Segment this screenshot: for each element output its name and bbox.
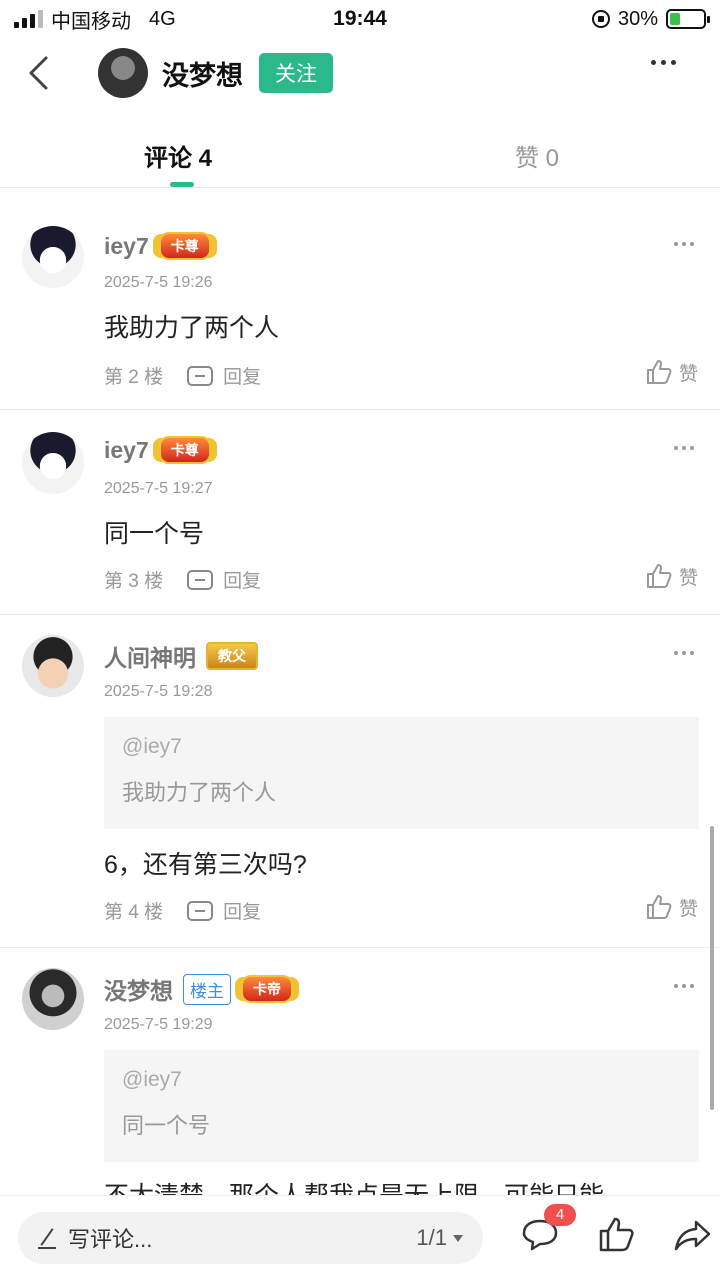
rotation-lock-icon bbox=[591, 10, 610, 28]
reply-button[interactable]: 回复 bbox=[223, 362, 261, 389]
reply-button[interactable]: 回复 bbox=[223, 566, 261, 593]
reply-icon[interactable] bbox=[187, 900, 214, 921]
comment-text: 不太清楚，那个人帮我点是无上限，可能只能 bbox=[104, 1176, 604, 1195]
battery-icon bbox=[666, 9, 710, 29]
more-options-icon[interactable] bbox=[674, 651, 694, 655]
like-button[interactable]: 赞 bbox=[645, 358, 698, 386]
thumbs-up-icon bbox=[599, 1217, 634, 1252]
comment-placeholder: 写评论... bbox=[68, 1227, 153, 1252]
scrollbar[interactable] bbox=[710, 826, 714, 1110]
avatar[interactable] bbox=[22, 635, 84, 697]
comment-item: 没梦想 楼主 卡帝 2025-7-5 19:29 @iey7 同一个号 不太清楚… bbox=[0, 948, 720, 1195]
reply-icon[interactable] bbox=[187, 365, 214, 386]
quote-mention[interactable]: @iey7 bbox=[122, 735, 681, 759]
thumbs-up-icon bbox=[646, 360, 672, 384]
rank-badge: 卡尊 bbox=[158, 436, 211, 464]
more-options-icon[interactable] bbox=[651, 60, 676, 65]
clock: 19:44 bbox=[333, 7, 387, 30]
more-options-icon[interactable] bbox=[674, 984, 694, 988]
author-name[interactable]: 没梦想 bbox=[162, 54, 243, 93]
thumbs-up-icon bbox=[646, 564, 672, 588]
share-button[interactable] bbox=[672, 1214, 712, 1258]
tab-comments[interactable]: 评论 4 bbox=[144, 138, 212, 173]
signal-icon bbox=[14, 10, 43, 28]
like-post-button[interactable] bbox=[596, 1214, 636, 1258]
username[interactable]: 人间神明 bbox=[104, 639, 196, 673]
more-options-icon[interactable] bbox=[674, 242, 694, 246]
tab-likes[interactable]: 赞 0 bbox=[515, 138, 559, 173]
timestamp: 2025-7-5 19:29 bbox=[104, 1016, 213, 1033]
quote-text: 我助力了两个人 bbox=[122, 780, 277, 805]
comment-count-badge: 4 bbox=[544, 1204, 576, 1226]
quoted-comment[interactable]: @iey7 我助力了两个人 bbox=[104, 717, 699, 829]
top-nav: 没梦想 关注 bbox=[0, 40, 720, 106]
quote-mention[interactable]: @iey7 bbox=[122, 1068, 681, 1092]
carrier: 中国移动 bbox=[51, 10, 131, 33]
comment-text: 我助力了两个人 bbox=[104, 314, 280, 342]
author-avatar[interactable] bbox=[98, 48, 148, 98]
comment-item: iey7 卡尊 2025-7-5 19:26 我助力了两个人 第 2 楼 回复 … bbox=[0, 190, 720, 410]
rank-badge: 教父 bbox=[206, 642, 258, 670]
comment-text: 6，还有第三次吗? bbox=[104, 851, 307, 879]
floor-label: 第 2 楼 bbox=[104, 367, 164, 388]
bottom-bar: 写评论... 1/1 4 bbox=[0, 1195, 720, 1280]
username[interactable]: iey7 bbox=[104, 437, 149, 464]
like-label: 赞 bbox=[678, 363, 698, 385]
comment-text: 同一个号 bbox=[104, 520, 205, 548]
quoted-comment[interactable]: @iey7 同一个号 bbox=[104, 1050, 699, 1162]
comment-item: 人间神明 教父 2025-7-5 19:28 @iey7 我助力了两个人 6，还… bbox=[0, 615, 720, 948]
comments-button[interactable]: 4 bbox=[520, 1204, 576, 1258]
floor-label: 第 3 楼 bbox=[104, 571, 164, 592]
page-selector[interactable]: 1/1 bbox=[416, 1225, 463, 1251]
back-button[interactable] bbox=[0, 40, 76, 106]
thumbs-up-icon bbox=[646, 895, 672, 919]
reply-button[interactable]: 回复 bbox=[223, 897, 261, 924]
network-type: 4G bbox=[149, 7, 176, 30]
rank-badge: 卡帝 bbox=[241, 975, 293, 1003]
like-button[interactable]: 赞 bbox=[645, 562, 698, 590]
avatar[interactable] bbox=[22, 226, 84, 288]
share-arrow-icon bbox=[674, 1220, 711, 1251]
more-options-icon[interactable] bbox=[674, 446, 694, 450]
chevron-left-icon bbox=[29, 56, 48, 90]
comment-item: iey7 卡尊 2025-7-5 19:27 同一个号 第 3 楼 回复 赞 bbox=[0, 410, 720, 615]
comment-list[interactable]: iey7 卡尊 2025-7-5 19:26 我助力了两个人 第 2 楼 回复 … bbox=[0, 190, 720, 1195]
reply-icon[interactable] bbox=[187, 569, 214, 590]
page-indicator: 1/1 bbox=[416, 1225, 447, 1250]
active-tab-indicator bbox=[170, 182, 194, 187]
like-button[interactable]: 赞 bbox=[645, 893, 698, 921]
tab-bar: 评论 4 赞 0 bbox=[0, 122, 720, 188]
caret-down-icon bbox=[453, 1234, 463, 1242]
avatar[interactable] bbox=[22, 968, 84, 1030]
like-label: 赞 bbox=[678, 567, 698, 589]
quote-text: 同一个号 bbox=[122, 1113, 211, 1138]
like-label: 赞 bbox=[678, 898, 698, 920]
status-bar: 中国移动 4G 19:44 30% bbox=[0, 0, 720, 38]
timestamp: 2025-7-5 19:26 bbox=[104, 274, 213, 291]
floor-label: 第 4 楼 bbox=[104, 902, 164, 923]
owner-badge: 楼主 bbox=[183, 973, 231, 1005]
rank-badge: 卡尊 bbox=[158, 232, 211, 260]
pen-icon bbox=[38, 1227, 56, 1249]
battery-percent: 30% bbox=[617, 7, 658, 30]
username[interactable]: 没梦想 bbox=[104, 972, 173, 1006]
timestamp: 2025-7-5 19:28 bbox=[104, 683, 213, 700]
comment-input[interactable]: 写评论... 1/1 bbox=[18, 1212, 483, 1264]
avatar[interactable] bbox=[22, 432, 84, 494]
username[interactable]: iey7 bbox=[104, 233, 149, 260]
follow-button[interactable]: 关注 bbox=[259, 53, 333, 93]
timestamp: 2025-7-5 19:27 bbox=[104, 480, 213, 497]
